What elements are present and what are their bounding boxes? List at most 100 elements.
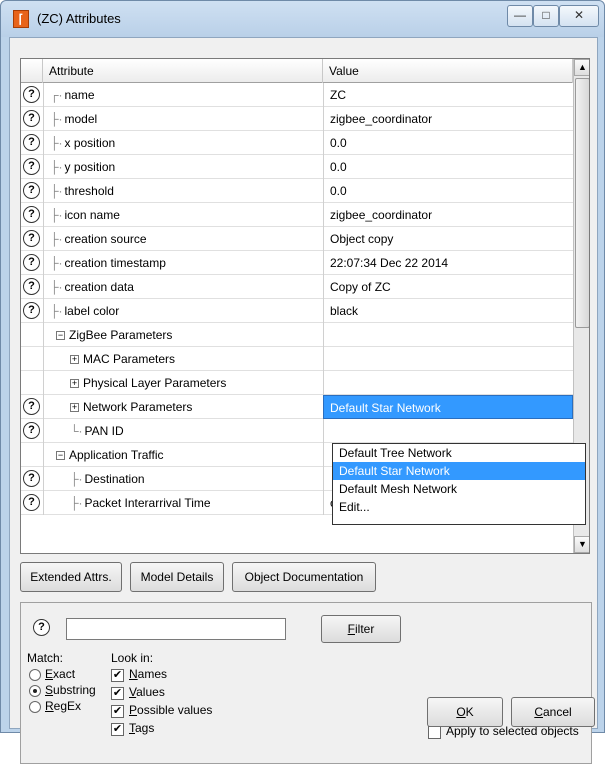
attribute-value-cell[interactable]: zigbee_coordinator <box>323 203 573 227</box>
help-icon[interactable]: ? <box>23 422 40 439</box>
attribute-value-cell[interactable] <box>323 371 573 395</box>
table-row[interactable]: ? ├· creation source Object copy <box>21 227 573 251</box>
attribute-name-cell[interactable]: ├· creation source <box>43 227 323 251</box>
lookin-tags-checkbox[interactable]: ✔ <box>111 723 124 736</box>
lookin-names-checkbox[interactable]: ✔ <box>111 669 124 682</box>
table-row[interactable]: ? └· PAN ID <box>21 419 573 443</box>
table-row[interactable]: ? ├· creation data Copy of ZC <box>21 275 573 299</box>
network-parameters-dropdown[interactable]: Default Tree Network Default Star Network… <box>332 443 586 525</box>
minimize-button[interactable]: — <box>507 5 533 27</box>
attribute-name-cell[interactable]: ├· label color <box>43 299 323 323</box>
help-icon[interactable]: ? <box>23 158 40 175</box>
help-icon[interactable]: ? <box>23 134 40 151</box>
expand-icon[interactable]: + <box>70 403 79 413</box>
help-icon[interactable]: ? <box>23 86 40 103</box>
search-input[interactable] <box>66 618 286 640</box>
lookin-values-label: Values <box>129 685 165 699</box>
attribute-name-cell[interactable]: ├· Packet Interarrival Time <box>43 491 323 515</box>
help-icon[interactable]: ? <box>23 494 40 511</box>
attribute-value-cell[interactable]: black <box>323 299 573 323</box>
help-icon[interactable]: ? <box>23 302 40 319</box>
table-row[interactable]: ? ├· icon name zigbee_coordinator <box>21 203 573 227</box>
extended-attrs-button[interactable]: Extended Attrs. <box>20 562 122 592</box>
filter-button[interactable]: Filter <box>321 615 401 643</box>
attribute-name-cell[interactable]: + Physical Layer Parameters <box>43 371 323 395</box>
attribute-label: Network Parameters <box>83 400 193 414</box>
scroll-up-arrow-icon[interactable]: ▲ <box>574 59 589 76</box>
expand-icon[interactable]: + <box>70 379 79 389</box>
attribute-name-cell[interactable]: − ZigBee Parameters <box>43 323 323 347</box>
attribute-value-cell[interactable]: Default Star Network <box>323 395 573 419</box>
attribute-name-cell[interactable]: ┌· name <box>43 83 323 107</box>
match-substring-radio[interactable] <box>29 685 41 697</box>
model-details-button[interactable]: Model Details <box>130 562 224 592</box>
table-row[interactable]: + Physical Layer Parameters <box>21 371 573 395</box>
title-bar[interactable]: ⌈ (ZC) Attributes — □ ✕ <box>1 1 604 37</box>
tree-connector: ├· <box>70 472 83 486</box>
help-icon[interactable]: ? <box>23 398 40 415</box>
attribute-name-cell[interactable]: ├· threshold <box>43 179 323 203</box>
help-icon[interactable]: ? <box>23 110 40 127</box>
attribute-value-cell[interactable]: 22:07:34 Dec 22 2014 <box>323 251 573 275</box>
dropdown-option[interactable]: Edit... <box>333 498 585 516</box>
attribute-value-cell[interactable] <box>323 323 573 347</box>
lookin-possible-values-label: Possible values <box>129 703 213 717</box>
table-row[interactable]: ? ├· label color black <box>21 299 573 323</box>
table-row[interactable]: ? ├· y position 0.0 <box>21 155 573 179</box>
header-attribute[interactable]: Attribute <box>43 59 323 83</box>
lookin-possible-values-checkbox[interactable]: ✔ <box>111 705 124 718</box>
dropdown-option[interactable]: Default Star Network <box>333 462 585 480</box>
collapse-icon[interactable]: − <box>56 451 65 461</box>
attribute-name-cell[interactable]: + MAC Parameters <box>43 347 323 371</box>
attribute-name-cell[interactable]: └· PAN ID <box>43 419 323 443</box>
close-button[interactable]: ✕ <box>559 5 599 27</box>
expand-icon[interactable]: + <box>70 355 79 365</box>
attribute-name-cell[interactable]: ├· creation data <box>43 275 323 299</box>
help-icon[interactable]: ? <box>23 254 40 271</box>
attribute-name-cell[interactable]: + Network Parameters <box>43 395 323 419</box>
cancel-button[interactable]: Cancel <box>511 697 595 727</box>
match-exact-radio[interactable] <box>29 669 41 681</box>
dropdown-option[interactable]: Default Mesh Network <box>333 480 585 498</box>
table-row[interactable]: ? + Network Parameters Default Star Network <box>21 395 573 419</box>
attribute-value-cell[interactable]: 0.0 <box>323 155 573 179</box>
scroll-down-arrow-icon[interactable]: ▼ <box>574 536 589 553</box>
table-row[interactable]: ? ├· threshold 0.0 <box>21 179 573 203</box>
attribute-value-cell[interactable] <box>323 419 573 443</box>
maximize-button[interactable]: □ <box>533 5 559 27</box>
help-icon[interactable]: ? <box>23 470 40 487</box>
help-icon[interactable]: ? <box>23 230 40 247</box>
table-row[interactable]: − ZigBee Parameters <box>21 323 573 347</box>
help-icon[interactable]: ? <box>23 278 40 295</box>
table-row[interactable]: + MAC Parameters <box>21 347 573 371</box>
help-icon[interactable]: ? <box>33 619 50 636</box>
help-icon[interactable]: ? <box>23 182 40 199</box>
attribute-name-cell[interactable]: ├· model <box>43 107 323 131</box>
attribute-value-cell[interactable]: Object copy <box>323 227 573 251</box>
attribute-value-cell[interactable] <box>323 347 573 371</box>
scroll-thumb[interactable] <box>575 78 589 328</box>
ok-button[interactable]: OK <box>427 697 503 727</box>
collapse-icon[interactable]: − <box>56 331 65 341</box>
attribute-value-cell[interactable]: 0.0 <box>323 131 573 155</box>
attribute-value-cell[interactable]: zigbee_coordinator <box>323 107 573 131</box>
table-row[interactable]: ? ├· creation timestamp 22:07:34 Dec 22 201… <box>21 251 573 275</box>
attribute-name-cell[interactable]: ├· y position <box>43 155 323 179</box>
table-row[interactable]: ? ├· model zigbee_coordinator <box>21 107 573 131</box>
attribute-value-cell[interactable]: Copy of ZC <box>323 275 573 299</box>
attribute-name-cell[interactable]: − Application Traffic <box>43 443 323 467</box>
table-row[interactable]: ? ├· x position 0.0 <box>21 131 573 155</box>
attribute-value-cell[interactable]: 0.0 <box>323 179 573 203</box>
object-documentation-button[interactable]: Object Documentation <box>232 562 376 592</box>
match-regex-radio[interactable] <box>29 701 41 713</box>
attribute-name-cell[interactable]: ├· icon name <box>43 203 323 227</box>
attribute-name-cell[interactable]: ├· Destination <box>43 467 323 491</box>
dropdown-option[interactable]: Default Tree Network <box>333 444 585 462</box>
attribute-name-cell[interactable]: ├· creation timestamp <box>43 251 323 275</box>
help-icon[interactable]: ? <box>23 206 40 223</box>
header-value[interactable]: Value <box>323 59 573 83</box>
attribute-name-cell[interactable]: ├· x position <box>43 131 323 155</box>
lookin-values-checkbox[interactable]: ✔ <box>111 687 124 700</box>
table-row[interactable]: ? ┌· name ZC <box>21 83 573 107</box>
attribute-value-cell[interactable]: ZC <box>323 83 573 107</box>
